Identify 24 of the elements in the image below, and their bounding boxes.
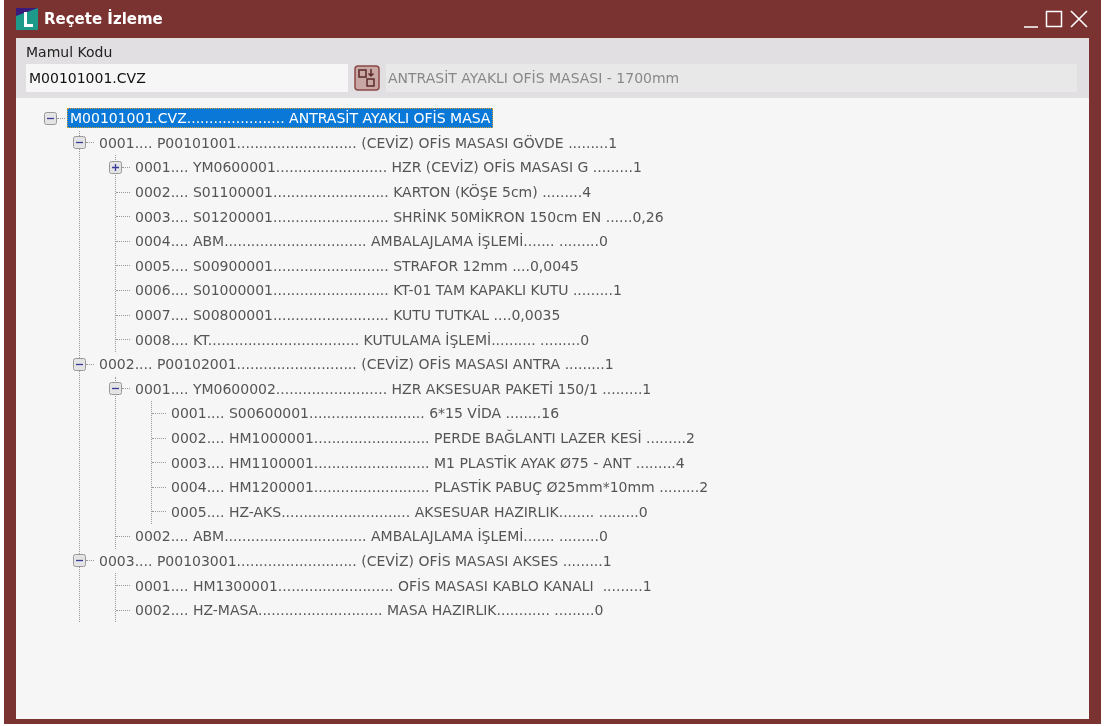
tree-item[interactable]: 0007.... S00800001.......................... KUTU TUTKAL ....0,0035 — [132, 305, 564, 326]
tree-item[interactable]: 0003.... S01200001.......................... SHRİNK 50MİKRON 150cm EN ......0,26 — [132, 206, 667, 227]
tree-item[interactable]: 0001.... YM0600001......................... HZR (CEVİZ) OFİS MASASI G .........1 — [132, 157, 645, 178]
tree-item[interactable]: 0002.... S01100001.......................... KARTON (KÖŞE 5cm) .........4 — [132, 182, 595, 203]
tree-item[interactable]: 0008.... KT.................................. KUTULAMA İŞLEMİ.......... .........0 — [132, 329, 593, 350]
tree-item[interactable]: M00101001.CVZ...................... ANTRASİT AYAKLI OFİS MASA — [67, 108, 494, 129]
tree-item[interactable]: 0005.... HZ-AKS............................. AKSESUAR HAZIRLIK........ .........0 — [168, 501, 651, 522]
tree-item[interactable]: 0001.... S00600001.......................... 6*15 VİDA ........16 — [168, 403, 563, 424]
tree-item[interactable]: 0003.... P00103001........................... (CEVİZ) OFİS MASASI AKSES .........1 — [96, 551, 615, 571]
tree-item[interactable]: 0001.... YM0600002......................... HZR AKSESUAR PAKETİ 150/1 .........1 — [132, 378, 655, 399]
tree-item[interactable]: 0005.... S00900001.......................... STRAFOR 12mm ....0,0045 — [132, 255, 582, 276]
tree-item[interactable]: 0001.... HM1300001.......................... OFİS MASASI KABLO KANALI .........1 — [132, 575, 655, 596]
tree-item[interactable]: 0003.... HM1100001.......................... M1 PLASTİK AYAK Ø75 - ANT .........4 — [168, 452, 688, 473]
tree-item[interactable]: 0002.... HZ-MASA............................ MASA HAZIRLIK............ .........0 — [132, 600, 607, 621]
tree-item[interactable]: 0002.... P00102001........................... (CEVİZ) OFİS MASASI ANTRA .........1 — [96, 354, 617, 375]
tree-item[interactable]: 0001.... P00101001........................... (CEVİZ) OFİS MASASI GÖVDE .........1 — [96, 132, 621, 153]
tree-item[interactable]: 0006.... S01000001.......................... KT-01 TAM KAPAKLI KUTU .........1 — [132, 280, 625, 301]
tree-item[interactable]: 0002.... ABM................................ AMBALAJLAMA İŞLEMİ....... .........0 — [132, 526, 611, 547]
tree-item[interactable]: 0004.... HM1200001.......................... PLASTİK PABUÇ Ø25mm*10mm .........2 — [168, 477, 712, 498]
tree-item[interactable]: 0002.... HM1000001.......................... PERDE BAĞLANTI LAZER KESİ .........2 — [168, 428, 698, 448]
window-title: Reçete İzleme — [44, 10, 164, 28]
tree-item[interactable]: 0004.... ABM................................ AMBALAJLAMA İŞLEMİ....... .........0 — [132, 231, 611, 252]
field-label: Mamul Kodu — [26, 44, 114, 60]
product-code-field[interactable]: M00101001.CVZ — [26, 64, 348, 92]
